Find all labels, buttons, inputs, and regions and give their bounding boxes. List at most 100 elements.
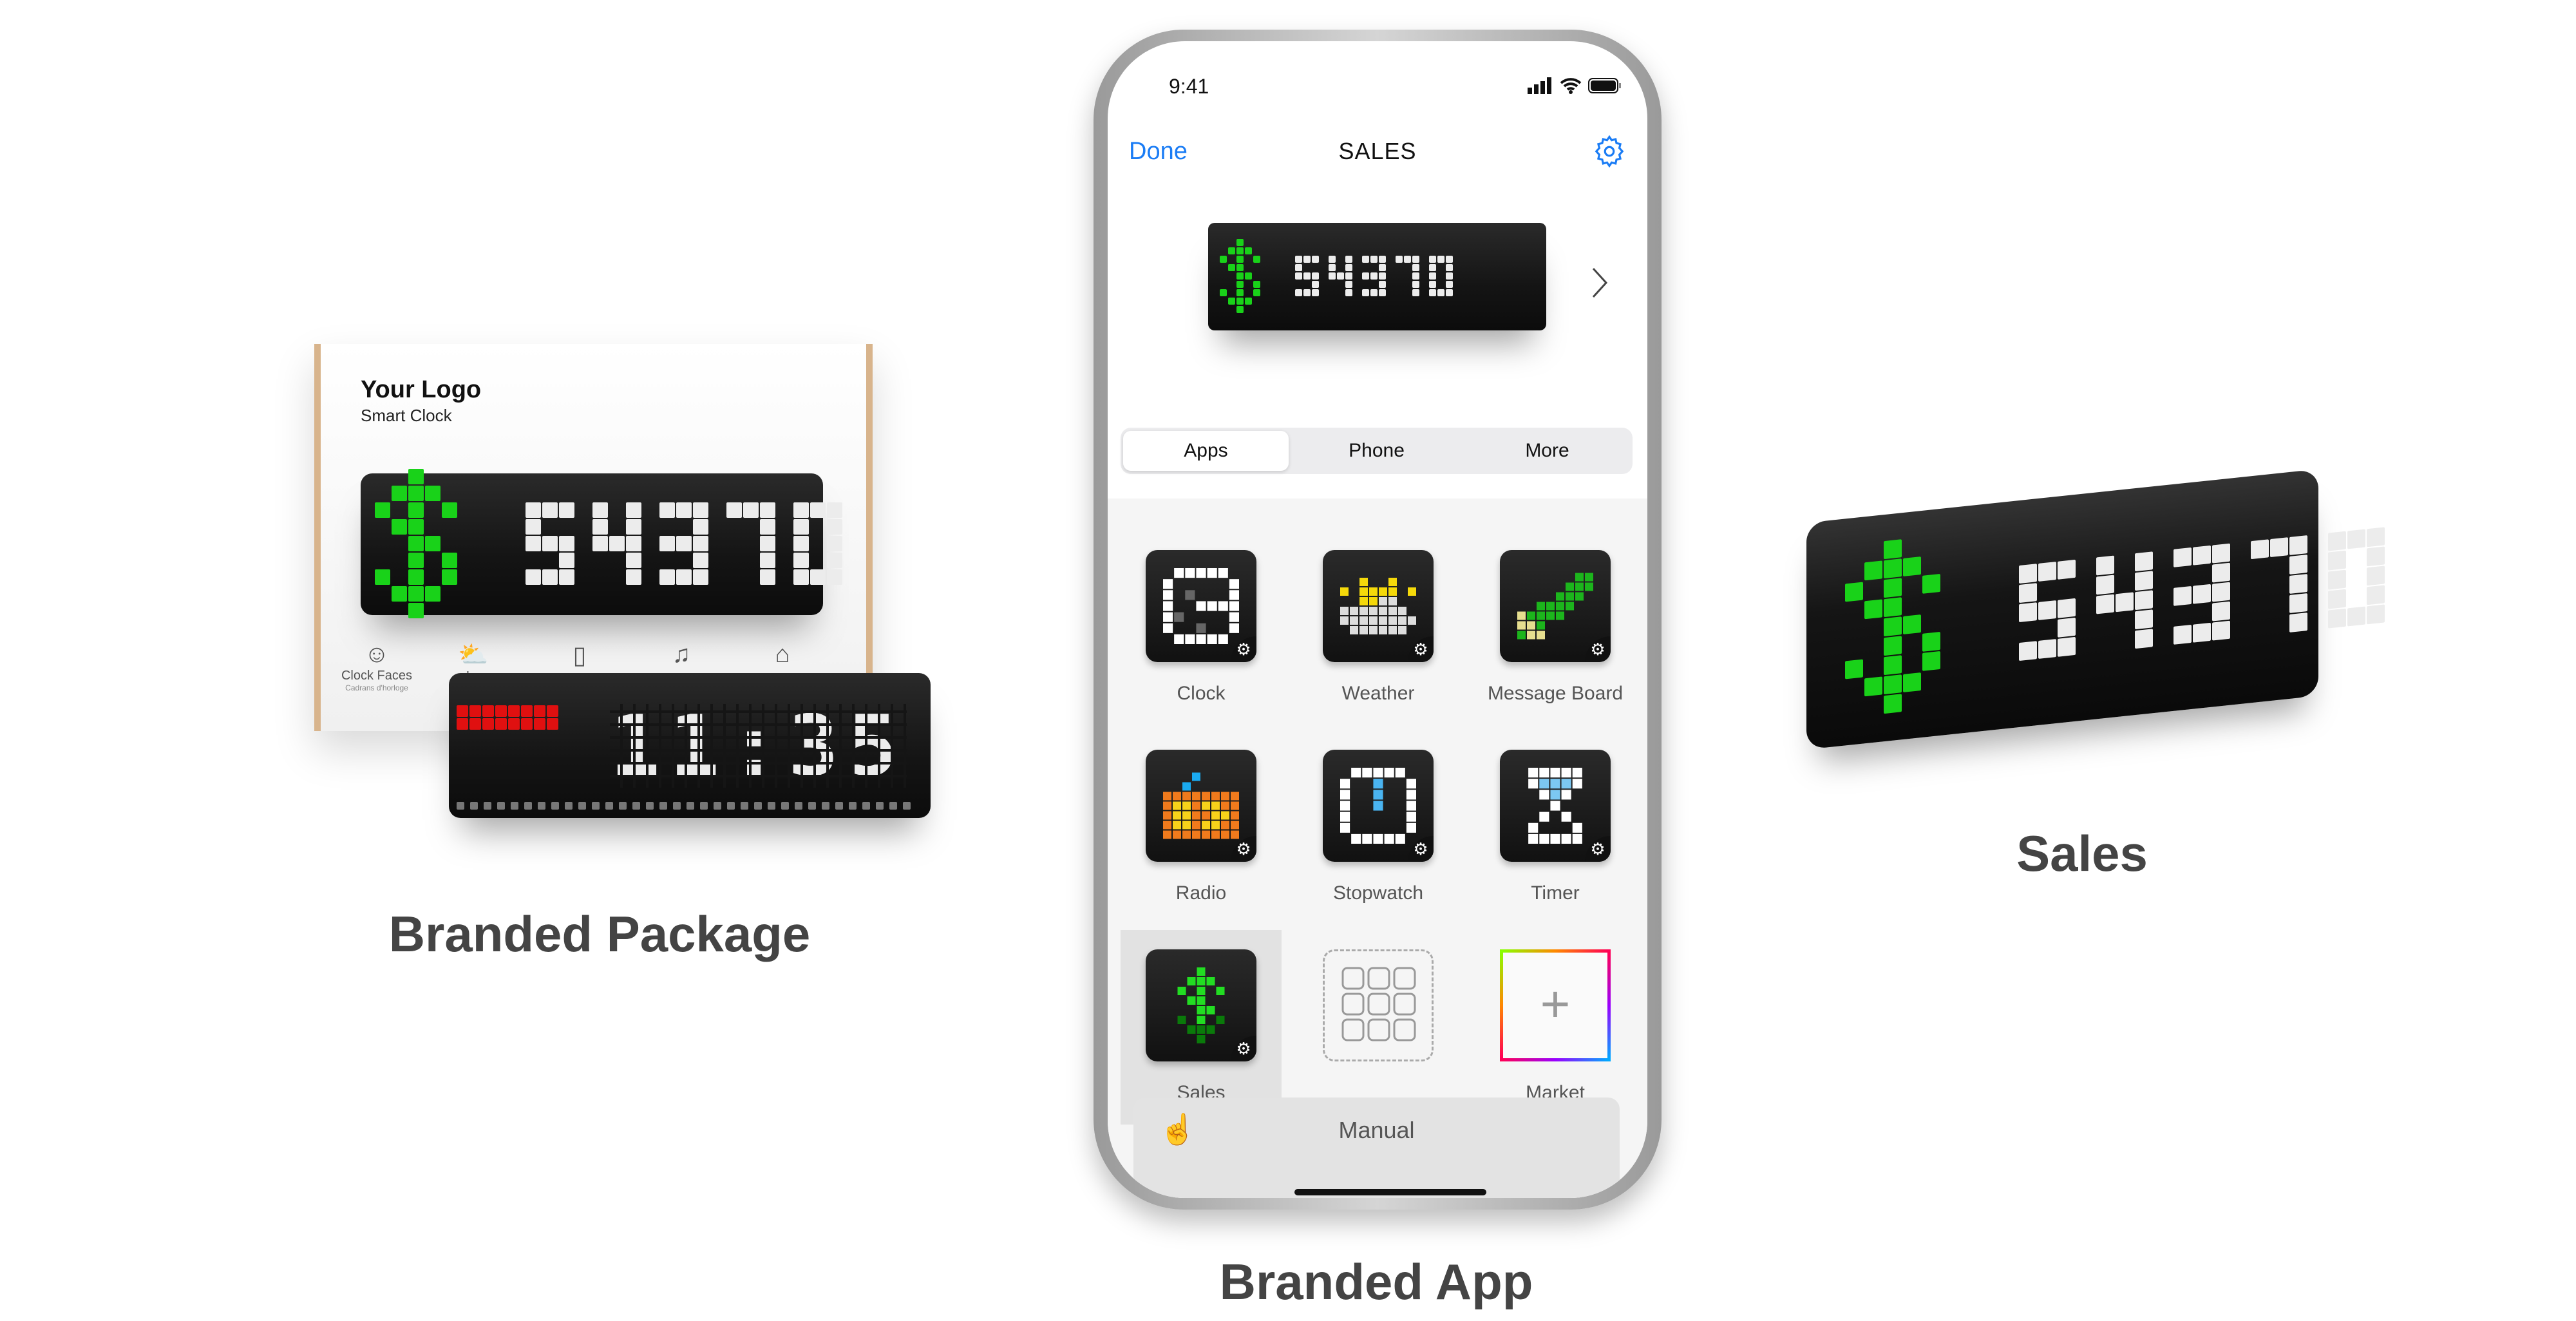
led-pixel (2328, 531, 2346, 551)
led-pixel (392, 486, 407, 501)
led-pixel (1379, 289, 1386, 296)
pixel (1384, 768, 1394, 778)
led-pixel (2135, 609, 2153, 630)
led-pixel (2058, 598, 2076, 618)
pixel (1231, 801, 1239, 810)
pixel (1539, 790, 1549, 800)
app-radio[interactable]: ⚙ Radio (1117, 750, 1285, 904)
led-pixel (673, 802, 681, 810)
led-pixel (1922, 631, 1940, 652)
led-pixel (1345, 272, 1352, 280)
preview-clock-device (1208, 223, 1546, 330)
led-pixel (827, 553, 842, 568)
led-pixel (1362, 272, 1369, 280)
pixel (1163, 811, 1171, 820)
led-pixel (619, 802, 627, 810)
app-label: Clock (1177, 683, 1226, 704)
pixel (1556, 592, 1564, 601)
pixel (1359, 626, 1368, 634)
pixel (1550, 801, 1560, 811)
tab-phone[interactable]: Phone (1294, 431, 1459, 471)
led-pixel (482, 705, 494, 717)
pixel (1221, 792, 1229, 801)
app-label: Timer (1531, 882, 1580, 904)
led-pixel (1312, 256, 1319, 263)
led-pixel (700, 802, 708, 810)
pixel (1163, 612, 1173, 622)
home-indicator[interactable] (1294, 1189, 1486, 1195)
gear-icon[interactable] (1592, 134, 1627, 169)
message-board-app-icon: ⚙ (1500, 550, 1611, 662)
app-sales[interactable]: ⚙ Sales (1121, 930, 1282, 1125)
led-pixel (2135, 629, 2153, 649)
manual-button[interactable]: ☝ Manual (1133, 1098, 1620, 1198)
timer-app-icon: ⚙ (1500, 750, 1611, 862)
led-pixel (2019, 583, 2037, 603)
pixel (1197, 987, 1206, 995)
pixel (1585, 573, 1593, 582)
feature-4: ⌂ (775, 641, 790, 669)
led-pixel (1379, 264, 1386, 271)
pixel (1369, 616, 1378, 625)
led-pixel (408, 519, 424, 535)
pixel (1517, 611, 1526, 620)
pixel (1182, 782, 1191, 791)
pixel (1197, 996, 1206, 1005)
pixel (1362, 833, 1372, 844)
led-pixel (392, 519, 407, 535)
pixel (1395, 768, 1405, 778)
led-pixel (2193, 584, 2211, 604)
pixel (1163, 590, 1173, 600)
led-pixel (442, 553, 457, 568)
led-pixel (1429, 272, 1436, 280)
pixel (1546, 602, 1555, 611)
pixel (1211, 821, 1220, 830)
weather-icon: ⛅ (458, 641, 489, 669)
pixel (1197, 1016, 1206, 1024)
app-placeholder[interactable] (1294, 949, 1462, 1082)
page-title: SALES (1338, 138, 1417, 164)
feature-label: Clock Faces (341, 669, 413, 683)
led-pixel (1412, 289, 1419, 296)
led-pixel (542, 569, 558, 585)
app-clock[interactable]: ⚙ Clock (1117, 550, 1285, 705)
pixel (1369, 597, 1378, 605)
pixel (1566, 592, 1574, 601)
pixel (1539, 779, 1549, 789)
pixel (1539, 833, 1549, 844)
led-pixel (1446, 272, 1453, 280)
led-pixel (1228, 298, 1235, 305)
pixel (1163, 801, 1171, 810)
tab-more[interactable]: More (1464, 431, 1630, 471)
led-pixel (521, 718, 533, 730)
app-timer[interactable]: ⚙ Timer (1472, 750, 1639, 904)
led-pixel (2328, 550, 2346, 571)
led-pixel (2212, 582, 2230, 602)
led-pixel (793, 519, 809, 535)
pixel (1373, 801, 1383, 811)
pixel (1187, 1025, 1196, 1034)
led-pixel (1884, 597, 1902, 618)
pixel (1229, 623, 1239, 633)
led-pixel (1429, 264, 1436, 271)
led-pixel (408, 569, 424, 585)
pixel (1350, 616, 1358, 625)
led-pixel (693, 519, 708, 535)
tab-apps[interactable]: Apps (1123, 431, 1289, 471)
pixel (1373, 779, 1383, 789)
app-message-board[interactable]: ⚙ Message Board (1472, 550, 1639, 705)
app-stopwatch[interactable]: ⚙ Stopwatch (1294, 750, 1462, 904)
pixel (1388, 607, 1397, 615)
led-pixel (1329, 264, 1336, 271)
pixel (1406, 812, 1416, 822)
pixel (1561, 779, 1571, 789)
led-pixel (2367, 585, 2385, 605)
led-pixel (827, 519, 842, 535)
app-weather[interactable]: ⚙ Weather (1294, 550, 1462, 705)
app-label: Weather (1341, 683, 1415, 704)
led-pixel (876, 802, 884, 810)
app-market[interactable]: + Market (1472, 949, 1639, 1104)
led-pixel (1245, 272, 1252, 280)
chevron-right-icon[interactable] (1591, 267, 1610, 299)
led-pixel (1884, 558, 1902, 579)
